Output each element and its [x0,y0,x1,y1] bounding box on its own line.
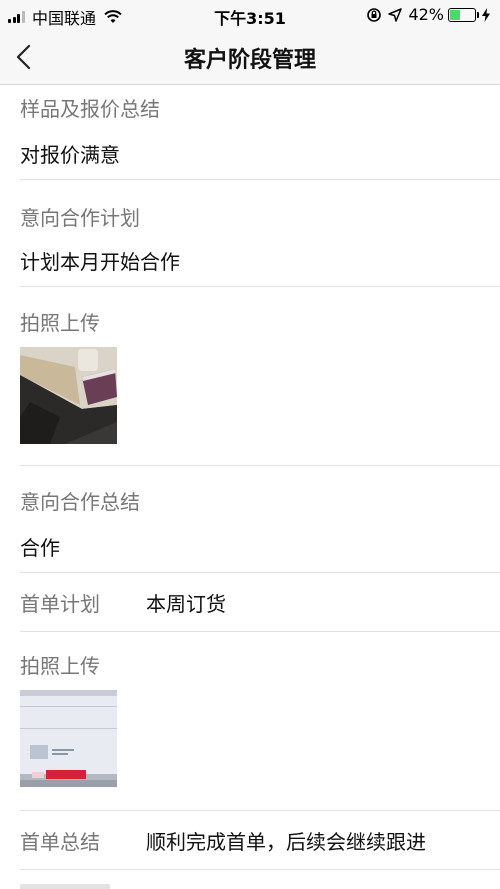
intent-plan-label: 意向合作计划 [20,206,140,230]
desk-photo-image [20,347,117,444]
photo-upload-label-1: 拍照上传 [20,311,100,335]
photo-upload-section-1: 拍照上传 [20,287,500,466]
status-bar: 中国联通 下午3:51 42% [0,0,500,30]
first-order-plan-label: 首单计划 [20,591,100,616]
first-order-plan-section: 首单计划 本周订货 [20,573,500,632]
photo-upload-section-2: 拍照上传 [20,632,500,811]
location-arrow-icon [388,7,403,22]
intent-plan-value: 计划本月开始合作 [20,250,180,274]
next-section-partial [20,870,500,889]
battery-percent: 42% [408,5,444,24]
charging-bolt-icon [482,7,490,22]
uploaded-photo-1[interactable] [20,347,117,444]
intent-summary-value: 合作 [20,536,60,560]
first-order-summary-section: 首单总结 顺利完成首单，后续会继续跟进 [20,811,500,870]
intent-plan-section: 意向合作计划 计划本月开始合作 [20,180,500,287]
first-order-plan-value: 本周订货 [146,591,226,616]
next-section-label-partial [20,884,110,889]
screen-photo-image [20,690,117,787]
first-order-summary-label: 首单总结 [20,829,100,854]
stage-detail-list[interactable]: 样品及报价总结 对报价满意 意向合作计划 计划本月开始合作 拍照上传 意向合作总… [0,85,500,889]
page-title: 客户阶段管理 [183,48,316,73]
first-order-summary-value: 顺利完成首单，后续会继续跟进 [146,829,426,854]
sample-quote-summary-value: 对报价满意 [20,143,120,167]
photo-upload-label-2: 拍照上传 [20,654,100,678]
sample-quote-summary-section: 样品及报价总结 对报价满意 [20,85,500,180]
orientation-lock-icon [367,7,382,22]
navigation-bar: 客户阶段管理 [0,30,500,85]
intent-summary-section: 意向合作总结 合作 [20,466,500,573]
uploaded-photo-2[interactable] [20,690,117,787]
sample-quote-summary-label: 样品及报价总结 [20,97,160,121]
intent-summary-label: 意向合作总结 [20,490,140,514]
battery-fill [450,9,461,20]
status-right: 42% [366,5,490,24]
battery-icon [448,7,479,22]
